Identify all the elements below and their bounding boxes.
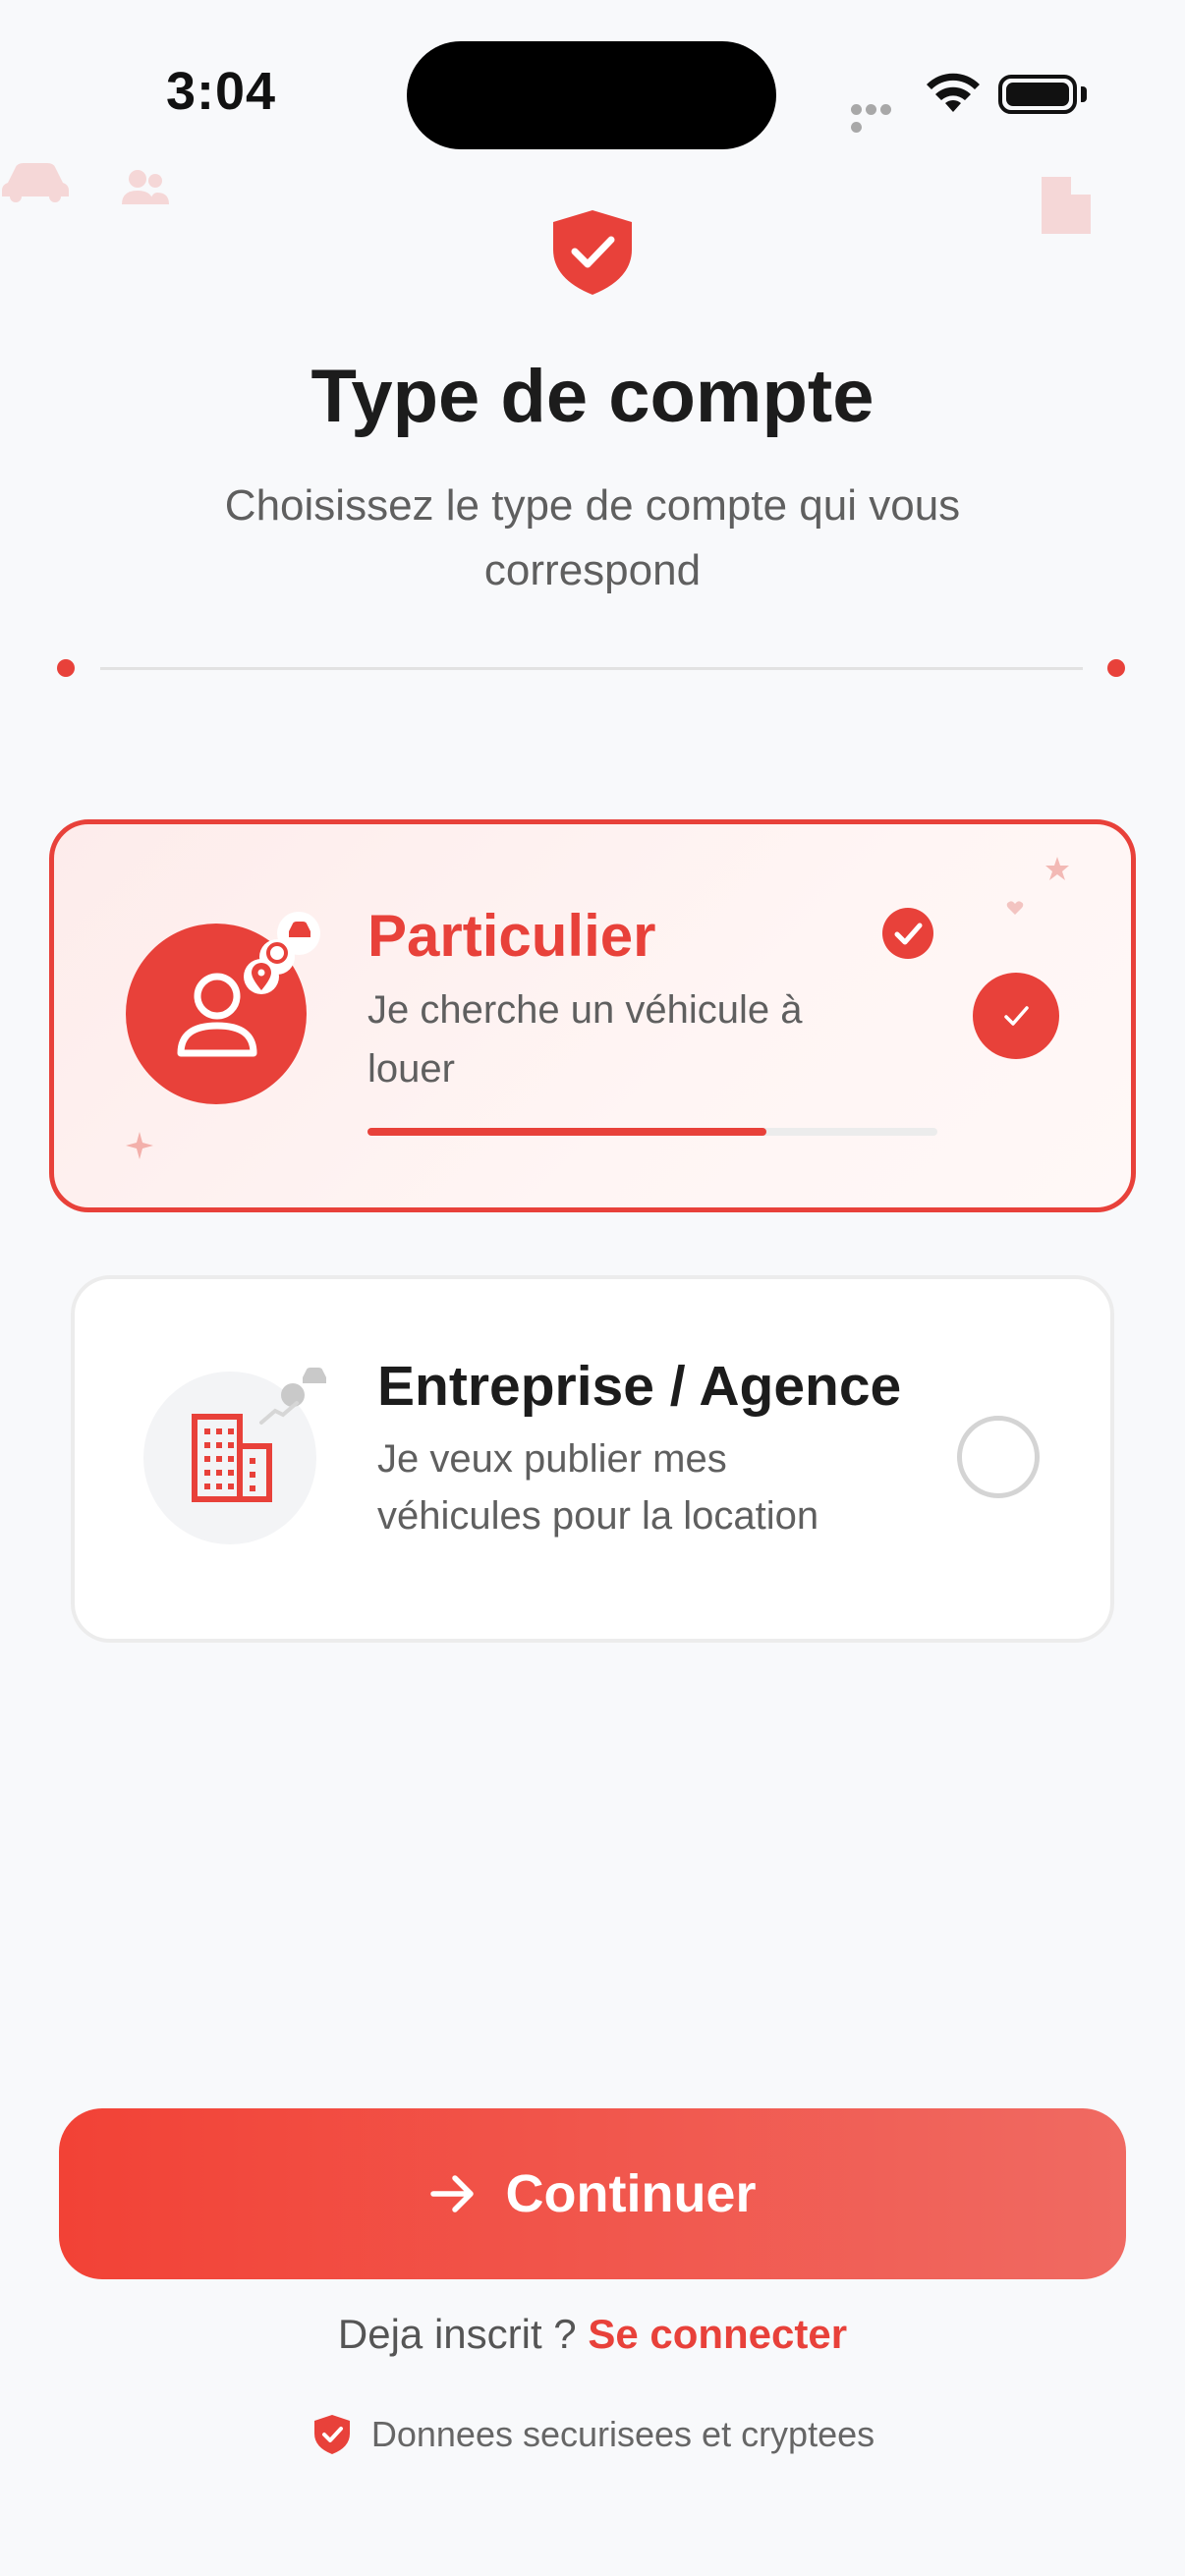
cellular-signal-icon — [851, 102, 908, 133]
already-registered-text: Deja inscrit ? — [337, 2311, 589, 2357]
particulier-title: Particulier — [367, 903, 656, 969]
step-dot-last — [1107, 659, 1125, 677]
battery-nub — [1081, 86, 1087, 102]
shield-check-icon — [553, 210, 632, 295]
security-note-text: Donnees securisees et cryptees — [370, 2414, 875, 2454]
location-key-car-badge-icon — [244, 912, 320, 994]
entreprise-description: Je veux publier mes véhicules pour la lo… — [377, 1437, 819, 1538]
wifi-icon — [927, 73, 980, 112]
login-prompt: Deja inscrit ? Se connecter — [0, 2311, 1185, 2358]
status-time: 3:04 — [165, 62, 277, 121]
shield-check-icon — [313, 2415, 350, 2454]
continue-button[interactable]: Continuer — [59, 2108, 1126, 2279]
entreprise-radio[interactable] — [957, 1416, 1040, 1498]
check-badge-icon — [882, 908, 933, 959]
particulier-radio-selected[interactable] — [973, 973, 1059, 1059]
entreprise-title: Entreprise / Agence — [377, 1355, 902, 1418]
security-note: Donnees securisees et cryptees — [0, 2413, 1185, 2456]
page-title: Type de compte — [310, 355, 875, 438]
particulier-progress-fill — [367, 1128, 766, 1136]
step-progress-line — [100, 667, 1083, 670]
sparkle-icon — [126, 1132, 153, 1159]
building-icon — [1042, 177, 1091, 234]
page-subtitle: Choisissez le type de compte qui vous co… — [224, 481, 961, 594]
arrow-right-icon — [429, 2175, 474, 2212]
login-link[interactable]: Se connecter — [588, 2311, 847, 2357]
step-dot-first — [57, 659, 75, 677]
heart-icon — [1006, 901, 1024, 915]
car-icon — [2, 163, 69, 202]
users-icon — [122, 170, 169, 204]
growth-car-badge-icon — [259, 1368, 326, 1425]
dynamic-island — [407, 41, 776, 149]
continue-button-label: Continuer — [505, 2164, 757, 2223]
battery-icon — [998, 75, 1077, 114]
particulier-description: Je cherche un véhicule à louer — [367, 988, 803, 1091]
star-icon — [1045, 857, 1069, 880]
